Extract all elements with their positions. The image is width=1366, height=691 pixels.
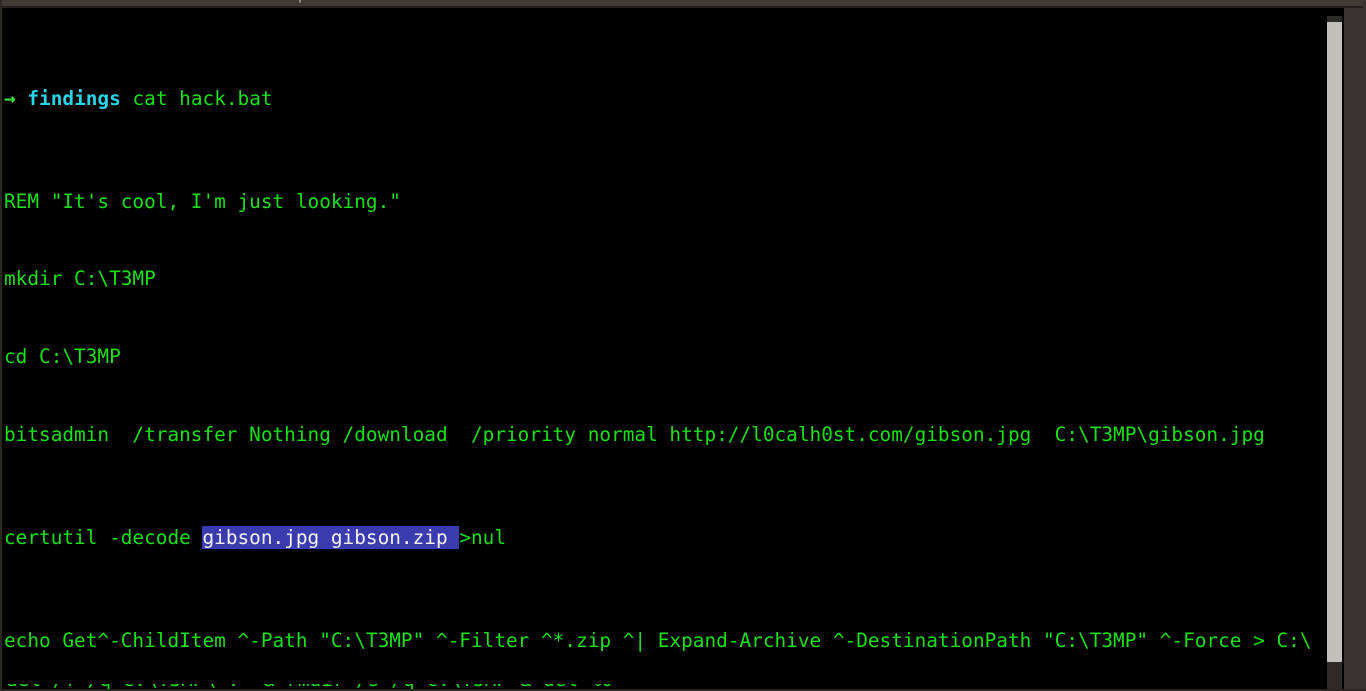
terminal-line: mkdir C:\T3MP [4, 267, 156, 291]
certutil-suffix: >nul [459, 525, 507, 549]
prompt-line: → findings cat hack.bat [4, 86, 1342, 112]
terminal-window: File Edit View Search Terminal Help → fi… [0, 0, 1366, 691]
prompt-command: cat hack.bat [132, 86, 273, 110]
terminal-text-buffer: → findings cat hack.bat REM "It's cool, … [4, 8, 1342, 689]
terminal-screen[interactable]: → findings cat hack.bat REM "It's cool, … [2, 8, 1344, 689]
selected-text[interactable]: gibson.jpg gibson.zip [202, 525, 460, 549]
certutil-prefix: certutil -decode [4, 525, 203, 549]
terminal-line: bitsadmin /transfer Nothing /download /p… [4, 422, 1265, 446]
terminal-line-certutil: certutil -decode gibson.jpg gibson.zip >… [4, 525, 1342, 551]
window-border-left [0, 0, 2, 691]
terminal-line: echo Get^-ChildItem ^-Path "C:\T3MP" ^-F… [4, 629, 1312, 653]
terminal-scrollbar-thumb[interactable] [1327, 22, 1342, 662]
terminal-scrollbar[interactable] [1327, 16, 1342, 689]
prompt-arrow-icon: → [4, 86, 16, 110]
prompt-directory: findings [27, 86, 121, 110]
terminal-line: REM "It's cool, I'm just looking." [4, 189, 401, 213]
terminal-line: cd C:\T3MP [4, 344, 121, 368]
